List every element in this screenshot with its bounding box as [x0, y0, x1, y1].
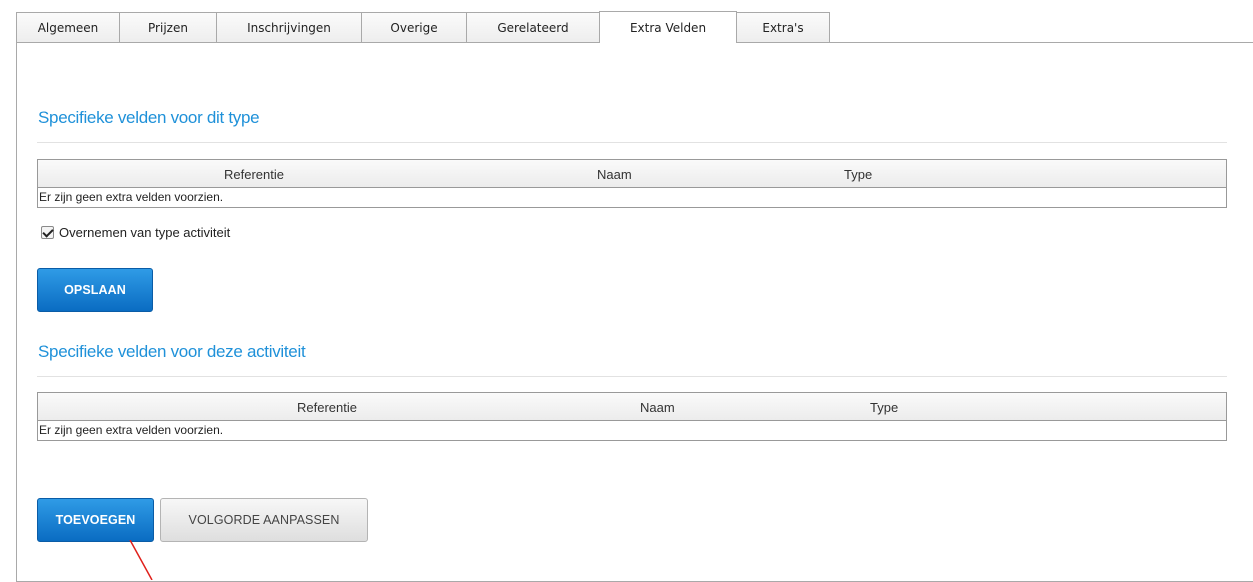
- column-header-type[interactable]: Type: [844, 167, 872, 182]
- column-header-referentie[interactable]: Referentie: [297, 400, 357, 415]
- type-section-divider: [37, 142, 1227, 143]
- activity-fields-table-header: Referentie Naam Type: [38, 393, 1226, 421]
- tab-bar: Algemeen Prijzen Inschrijvingen Overige …: [16, 11, 830, 43]
- save-button[interactable]: OPSLAAN: [37, 268, 153, 312]
- type-fields-table-header: Referentie Naam Type: [38, 160, 1226, 188]
- activity-fields-table: Referentie Naam Type Er zijn geen extra …: [37, 392, 1227, 441]
- tab-extra-velden[interactable]: Extra Velden: [599, 11, 737, 43]
- type-section-title: Specifieke velden voor dit type: [38, 108, 260, 127]
- tab-extras[interactable]: Extra's: [736, 12, 830, 43]
- tab-prijzen[interactable]: Prijzen: [119, 12, 217, 43]
- add-field-button[interactable]: TOEVOEGEN: [37, 498, 154, 542]
- type-fields-empty-message: Er zijn geen extra velden voorzien.: [39, 190, 224, 204]
- column-header-naam[interactable]: Naam: [597, 167, 632, 182]
- activity-section-title: Specifieke velden voor deze activiteit: [38, 342, 306, 361]
- reorder-fields-button[interactable]: VOLGORDE AANPASSEN: [160, 498, 368, 542]
- column-header-naam[interactable]: Naam: [640, 400, 675, 415]
- inherit-type-label[interactable]: Overnemen van type activiteit: [59, 225, 230, 240]
- inherit-type-option[interactable]: Overnemen van type activiteit: [41, 225, 230, 240]
- column-header-type[interactable]: Type: [870, 400, 898, 415]
- tab-gerelateerd[interactable]: Gerelateerd: [466, 12, 600, 43]
- tab-algemeen[interactable]: Algemeen: [16, 12, 120, 43]
- tab-inschrijvingen[interactable]: Inschrijvingen: [216, 12, 362, 43]
- tab-overige[interactable]: Overige: [361, 12, 467, 43]
- type-fields-table: Referentie Naam Type Er zijn geen extra …: [37, 159, 1227, 208]
- activity-fields-empty-message: Er zijn geen extra velden voorzien.: [39, 423, 224, 437]
- activity-section-divider: [37, 376, 1227, 377]
- inherit-type-checkbox[interactable]: [41, 226, 54, 239]
- annotation-pointer-line: [129, 540, 153, 580]
- column-header-referentie[interactable]: Referentie: [224, 167, 284, 182]
